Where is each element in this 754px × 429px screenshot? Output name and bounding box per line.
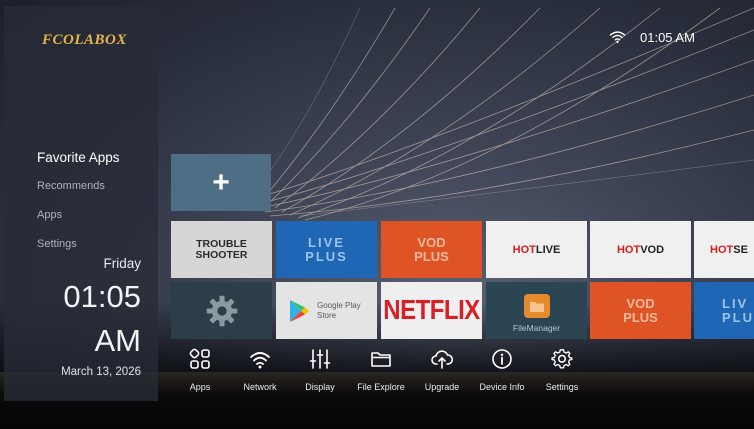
dock-label: File Explore [357, 382, 405, 392]
wifi-icon [609, 31, 626, 44]
sidebar-item-favorite-apps[interactable]: Favorite Apps [37, 150, 120, 165]
dock-label: Settings [545, 382, 579, 392]
app-tile-label: VOD PLUS [623, 296, 658, 325]
app-tile-google-play-store[interactable]: Google Play Store [276, 282, 377, 339]
app-tile-label: HOT​VOD [616, 243, 665, 256]
info-icon [492, 349, 512, 369]
sidebar-item-recommends[interactable]: Recommends [37, 180, 105, 192]
status-time: 01:05 AM [640, 29, 695, 45]
gear-icon [206, 295, 237, 326]
sidebar-item-apps[interactable]: Apps [37, 209, 62, 221]
dock-label: Apps [189, 382, 211, 392]
dock-item-settings[interactable]: Settings [527, 348, 597, 392]
app-tile-system-settings[interactable] [171, 282, 272, 339]
app-tile-trouble-shooter[interactable]: TROUBLE SHOOTER [171, 221, 272, 278]
app-tile-hot-live[interactable]: HOT​LIVE [486, 221, 587, 278]
folder-icon [371, 352, 391, 367]
app-tile-vod-plus[interactable]: VOD PLUS [590, 282, 691, 339]
cloud-upload-icon [431, 350, 453, 369]
sidebar-item-settings[interactable]: Settings [37, 238, 77, 250]
app-tile-label: LIV PLU [722, 296, 754, 325]
folder-icon [523, 293, 550, 318]
sliders-icon [309, 349, 331, 369]
apps-grid-icon [189, 348, 210, 369]
app-tile-live-plus[interactable]: LIV PLU [694, 282, 754, 339]
netflix-logo: NETFLIX [383, 294, 480, 326]
app-tile-label: Google Play Store [317, 301, 361, 320]
plus-icon: + [212, 165, 230, 199]
sidebar: FCOLABOX Favorite Apps Recommends Apps S… [4, 6, 158, 401]
app-tile-hot-vod[interactable]: HOT​VOD [590, 221, 691, 278]
gear-icon [551, 349, 573, 369]
dock-label: Upgrade [424, 382, 460, 392]
app-tile-vod-plus[interactable]: VOD PLUS [381, 221, 482, 278]
clock-ampm: AM [94, 323, 142, 358]
app-tile-label: FileManager [512, 322, 561, 333]
add-favorite-button[interactable]: + [171, 154, 271, 211]
dock-item-display[interactable]: Display [285, 348, 355, 392]
dock-label: Display [305, 382, 335, 392]
app-tile-file-manager[interactable]: FileManager [486, 282, 587, 339]
app-tile-live-plus[interactable]: LIVE PLUS [276, 221, 377, 278]
clock-date: March 13, 2026 [61, 366, 141, 378]
app-tile-label: HOT​LIVE [512, 243, 561, 256]
app-tile-label: TROUBLE SHOOTER [195, 237, 248, 261]
dock-label: Network [243, 382, 277, 392]
clock-time: 01:05 [63, 279, 141, 314]
launcher-screen: FCOLABOX Favorite Apps Recommends Apps S… [0, 0, 754, 429]
brand-logo: FCOLABOX [42, 32, 127, 48]
dock-item-file-explore[interactable]: File Explore [346, 348, 416, 392]
app-tile-label: HOT​SE [710, 243, 748, 256]
google-play-icon [290, 299, 309, 322]
app-tile-label: LIVE PLUS [305, 235, 348, 264]
app-tile-hot-se[interactable]: HOT​SE [694, 221, 754, 278]
app-tile-netflix[interactable]: NETFLIX [381, 282, 482, 339]
clock-day: Friday [103, 256, 141, 271]
wifi-icon [250, 352, 270, 369]
app-tile-label: VOD PLUS [414, 235, 449, 264]
status-bar: 01:05 AM [609, 28, 695, 46]
dock-label: Device Info [479, 382, 525, 392]
